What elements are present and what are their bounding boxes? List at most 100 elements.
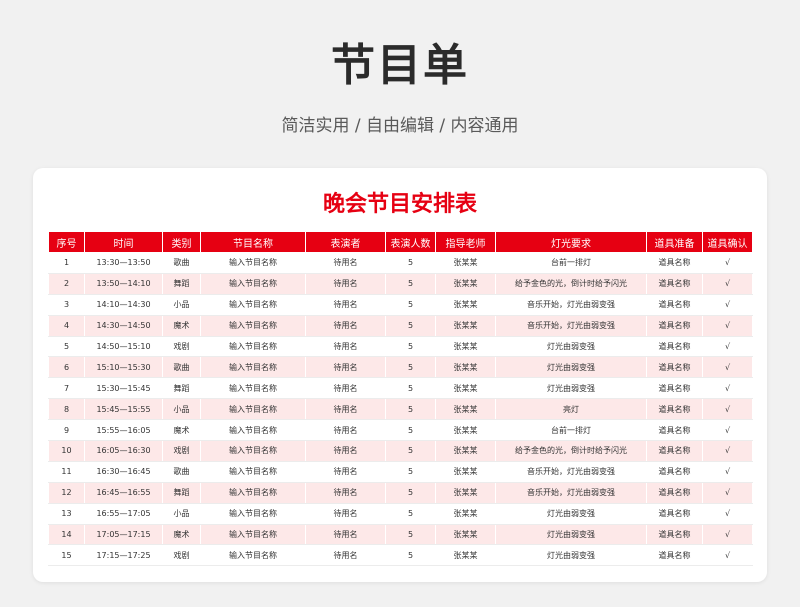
cell-performer[interactable]: 待用名 — [305, 273, 386, 295]
cell-performer[interactable]: 待用名 — [305, 461, 386, 483]
cell-performer[interactable]: 待用名 — [305, 398, 386, 421]
cell-time[interactable]: 14:50—15:10 — [84, 336, 163, 358]
cell-category[interactable]: 歌曲 — [162, 356, 201, 379]
cell-performer[interactable]: 待用名 — [305, 294, 386, 316]
cell-lighting[interactable]: 音乐开始，灯光由弱变强 — [495, 461, 647, 483]
cell-teacher[interactable]: 张某某 — [435, 356, 496, 379]
cell-confirm[interactable]: √ — [702, 482, 753, 504]
cell-time[interactable]: 13:30—13:50 — [84, 252, 163, 274]
cell-performer[interactable]: 待用名 — [305, 482, 386, 504]
cell-lighting[interactable]: 灯光由弱变强 — [495, 503, 647, 525]
cell-count[interactable]: 5 — [385, 503, 436, 525]
cell-category[interactable]: 歌曲 — [162, 461, 201, 483]
cell-props[interactable]: 道具名称 — [646, 398, 703, 421]
cell-performer[interactable]: 待用名 — [305, 377, 386, 400]
cell-props[interactable]: 道具名称 — [646, 419, 703, 442]
cell-category[interactable]: 戏剧 — [162, 336, 201, 358]
cell-confirm[interactable]: √ — [702, 440, 753, 462]
cell-performer[interactable]: 待用名 — [305, 503, 386, 525]
cell-time[interactable]: 17:15—17:25 — [84, 544, 163, 567]
cell-time[interactable]: 15:10—15:30 — [84, 356, 163, 379]
cell-lighting[interactable]: 台前一排灯 — [495, 419, 647, 442]
cell-confirm[interactable]: √ — [702, 419, 753, 442]
cell-program[interactable]: 输入节目名称 — [200, 398, 306, 421]
cell-props[interactable]: 道具名称 — [646, 294, 703, 316]
cell-props[interactable]: 道具名称 — [646, 356, 703, 379]
cell-count[interactable]: 5 — [385, 273, 436, 295]
cell-time[interactable]: 15:30—15:45 — [84, 377, 163, 400]
cell-props[interactable]: 道具名称 — [646, 524, 703, 546]
cell-lighting[interactable]: 亮灯 — [495, 398, 647, 421]
cell-confirm[interactable]: √ — [702, 315, 753, 337]
cell-time[interactable]: 13:50—14:10 — [84, 273, 163, 295]
cell-index[interactable]: 11 — [48, 461, 85, 483]
cell-teacher[interactable]: 张某某 — [435, 524, 496, 546]
cell-index[interactable]: 15 — [48, 544, 85, 567]
cell-time[interactable]: 16:55—17:05 — [84, 503, 163, 525]
cell-confirm[interactable]: √ — [702, 336, 753, 358]
cell-confirm[interactable]: √ — [702, 461, 753, 483]
cell-category[interactable]: 戏剧 — [162, 440, 201, 462]
cell-teacher[interactable]: 张某某 — [435, 503, 496, 525]
cell-performer[interactable]: 待用名 — [305, 440, 386, 462]
cell-category[interactable]: 小品 — [162, 294, 201, 316]
cell-category[interactable]: 魔术 — [162, 524, 201, 546]
cell-lighting[interactable]: 音乐开始，灯光由弱变强 — [495, 294, 647, 316]
cell-index[interactable]: 12 — [48, 482, 85, 504]
cell-time[interactable]: 14:30—14:50 — [84, 315, 163, 337]
cell-lighting[interactable]: 音乐开始，灯光由弱变强 — [495, 482, 647, 504]
cell-lighting[interactable]: 给予金色的光，倒计时给予闪光 — [495, 440, 647, 462]
cell-teacher[interactable]: 张某某 — [435, 294, 496, 316]
cell-lighting[interactable]: 给予金色的光，倒计时给予闪光 — [495, 273, 647, 295]
cell-props[interactable]: 道具名称 — [646, 440, 703, 462]
cell-confirm[interactable]: √ — [702, 294, 753, 316]
cell-index[interactable]: 5 — [48, 336, 85, 358]
cell-performer[interactable]: 待用名 — [305, 252, 386, 274]
cell-confirm[interactable]: √ — [702, 544, 753, 567]
cell-count[interactable]: 5 — [385, 356, 436, 379]
cell-lighting[interactable]: 灯光由弱变强 — [495, 336, 647, 358]
cell-props[interactable]: 道具名称 — [646, 336, 703, 358]
cell-lighting[interactable]: 灯光由弱变强 — [495, 356, 647, 379]
cell-program[interactable]: 输入节目名称 — [200, 461, 306, 483]
cell-category[interactable]: 舞蹈 — [162, 273, 201, 295]
cell-teacher[interactable]: 张某某 — [435, 544, 496, 567]
cell-count[interactable]: 5 — [385, 524, 436, 546]
cell-props[interactable]: 道具名称 — [646, 503, 703, 525]
cell-count[interactable]: 5 — [385, 440, 436, 462]
cell-confirm[interactable]: √ — [702, 377, 753, 400]
cell-program[interactable]: 输入节目名称 — [200, 315, 306, 337]
cell-lighting[interactable]: 灯光由弱变强 — [495, 377, 647, 400]
cell-program[interactable]: 输入节目名称 — [200, 440, 306, 462]
cell-index[interactable]: 8 — [48, 398, 85, 421]
cell-program[interactable]: 输入节目名称 — [200, 503, 306, 525]
cell-index[interactable]: 2 — [48, 273, 85, 295]
cell-program[interactable]: 输入节目名称 — [200, 356, 306, 379]
cell-program[interactable]: 输入节目名称 — [200, 482, 306, 504]
cell-time[interactable]: 14:10—14:30 — [84, 294, 163, 316]
cell-category[interactable]: 舞蹈 — [162, 377, 201, 400]
cell-category[interactable]: 歌曲 — [162, 252, 201, 274]
cell-program[interactable]: 输入节目名称 — [200, 336, 306, 358]
cell-lighting[interactable]: 灯光由弱变强 — [495, 544, 647, 567]
cell-teacher[interactable]: 张某某 — [435, 461, 496, 483]
cell-index[interactable]: 13 — [48, 503, 85, 525]
cell-lighting[interactable]: 灯光由弱变强 — [495, 524, 647, 546]
cell-time[interactable]: 17:05—17:15 — [84, 524, 163, 546]
cell-confirm[interactable]: √ — [702, 356, 753, 379]
cell-props[interactable]: 道具名称 — [646, 544, 703, 567]
cell-performer[interactable]: 待用名 — [305, 524, 386, 546]
cell-lighting[interactable]: 音乐开始，灯光由弱变强 — [495, 315, 647, 337]
cell-time[interactable]: 16:05—16:30 — [84, 440, 163, 462]
cell-confirm[interactable]: √ — [702, 273, 753, 295]
cell-count[interactable]: 5 — [385, 544, 436, 567]
cell-category[interactable]: 魔术 — [162, 419, 201, 442]
cell-teacher[interactable]: 张某某 — [435, 440, 496, 462]
cell-time[interactable]: 15:45—15:55 — [84, 398, 163, 421]
cell-program[interactable]: 输入节目名称 — [200, 544, 306, 567]
cell-count[interactable]: 5 — [385, 294, 436, 316]
cell-category[interactable]: 魔术 — [162, 315, 201, 337]
cell-program[interactable]: 输入节目名称 — [200, 524, 306, 546]
cell-time[interactable]: 16:45—16:55 — [84, 482, 163, 504]
cell-program[interactable]: 输入节目名称 — [200, 294, 306, 316]
